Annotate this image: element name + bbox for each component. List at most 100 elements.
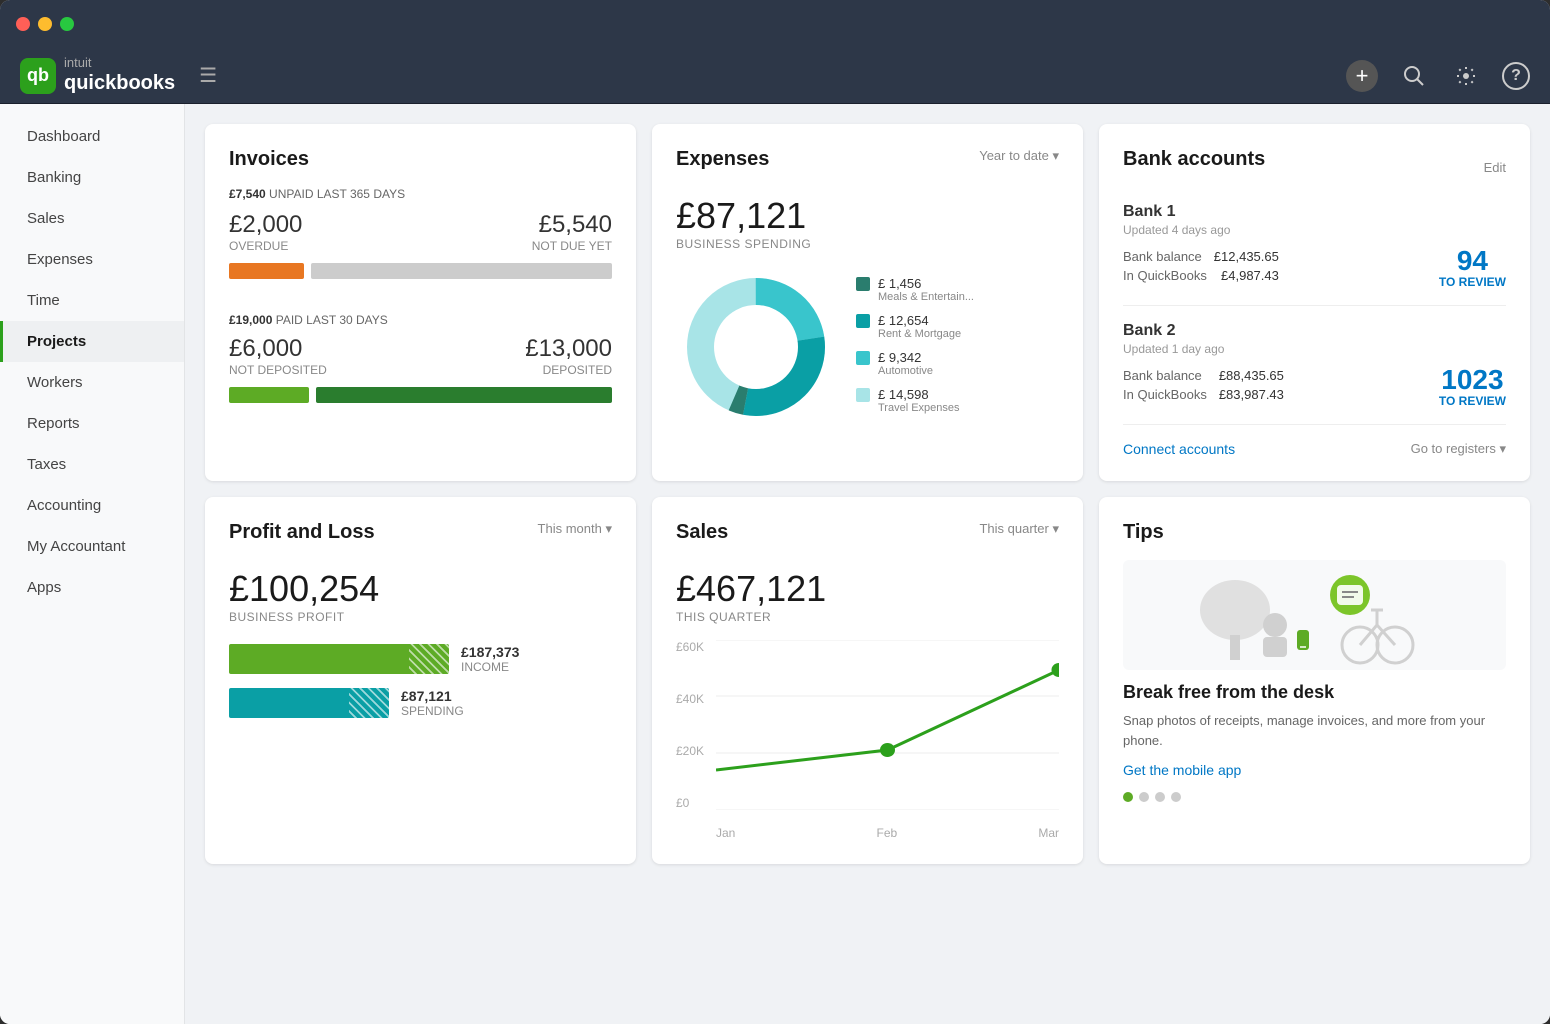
bank1-name: Bank 1 <box>1123 203 1506 221</box>
deposited-amount: £13,000 <box>525 335 612 363</box>
close-button[interactable] <box>16 17 30 31</box>
bank1-updated: Updated 4 days ago <box>1123 223 1506 237</box>
get-mobile-app-button[interactable]: Get the mobile app <box>1123 762 1506 778</box>
bank1-qb-row: In QuickBooks £4,987.43 <box>1123 268 1279 283</box>
legend-name-1: Rent & Mortgage <box>878 328 961 340</box>
chart-content <box>716 640 1059 810</box>
income-label: INCOME <box>461 660 519 674</box>
add-icon[interactable]: + <box>1346 60 1378 92</box>
paid-label: £19,000 PAID LAST 30 DAYS <box>229 313 612 327</box>
dashboard-grid: Invoices £7,540 UNPAID LAST 365 DAYS £2,… <box>205 124 1530 864</box>
legend-amount-3: £ 14,598 <box>878 387 960 402</box>
legend-color-0 <box>856 277 870 291</box>
sidebar-item-workers[interactable]: Workers <box>0 362 184 403</box>
sidebar-item-apps[interactable]: Apps <box>0 567 184 608</box>
sales-sublabel: THIS QUARTER <box>676 610 1059 624</box>
top-navigation: qb intuit quickbooks ☰ + ? <box>0 48 1550 104</box>
bank2-review-count: 1023 <box>1439 366 1506 394</box>
bank-edit-button[interactable]: Edit <box>1484 160 1506 175</box>
search-icon[interactable] <box>1398 60 1430 92</box>
go-to-registers-button[interactable]: Go to registers ▾ <box>1411 441 1506 457</box>
sales-period-selector[interactable]: This quarter ▾ <box>979 521 1059 537</box>
bank2-to-review-label: TO REVIEW <box>1439 394 1506 408</box>
sidebar-item-dashboard[interactable]: Dashboard <box>0 116 184 157</box>
tips-dot-2[interactable] <box>1155 792 1165 802</box>
bank1-review-count: 94 <box>1439 247 1506 275</box>
minimize-button[interactable] <box>38 17 52 31</box>
tips-illustration <box>1123 560 1506 670</box>
not-due-label: NOT DUE YET <box>532 239 612 253</box>
sidebar-item-sales[interactable]: Sales <box>0 198 184 239</box>
menu-toggle-button[interactable]: ☰ <box>199 63 217 88</box>
sidebar-item-my-accountant[interactable]: My Accountant <box>0 526 184 567</box>
bank2-review: 1023 TO REVIEW <box>1439 366 1506 408</box>
chart-xaxis: Jan Feb Mar <box>716 826 1059 840</box>
legend-name-2: Automotive <box>878 365 933 377</box>
sidebar-item-time[interactable]: Time <box>0 280 184 321</box>
sidebar-item-expenses[interactable]: Expenses <box>0 239 184 280</box>
spending-amount: £87,121 <box>401 688 464 704</box>
sidebar-item-projects[interactable]: Projects <box>0 321 184 362</box>
not-due-bar <box>311 263 612 279</box>
expenses-card: Expenses Year to date ▾ £87,121 BUSINESS… <box>652 124 1083 481</box>
sidebar-item-taxes[interactable]: Taxes <box>0 444 184 485</box>
profit-loss-period-selector[interactable]: This month ▾ <box>538 521 612 537</box>
nav-left: qb intuit quickbooks ☰ <box>20 56 217 95</box>
income-bar <box>229 644 449 674</box>
profit-loss-header: Profit and Loss This month ▾ <box>229 521 612 560</box>
tips-dot-3[interactable] <box>1171 792 1181 802</box>
settings-icon[interactable] <box>1450 60 1482 92</box>
legend-name-3: Travel Expenses <box>878 402 960 414</box>
legend-item-2: £ 9,342 Automotive <box>856 350 1059 377</box>
legend-amount-1: £ 12,654 <box>878 313 961 328</box>
sales-total: £467,121 <box>676 568 1059 610</box>
sidebar-item-banking[interactable]: Banking <box>0 157 184 198</box>
sidebar-item-accounting[interactable]: Accounting <box>0 485 184 526</box>
invoices-title: Invoices <box>229 148 612 171</box>
not-deposited-bar <box>229 387 309 403</box>
bank1-to-review-label: TO REVIEW <box>1439 275 1506 289</box>
tips-dot-1[interactable] <box>1139 792 1149 802</box>
invoices-card: Invoices £7,540 UNPAID LAST 365 DAYS £2,… <box>205 124 636 481</box>
connect-accounts-button[interactable]: Connect accounts <box>1123 441 1235 457</box>
overdue-bar <box>229 263 304 279</box>
sidebar-item-reports[interactable]: Reports <box>0 403 184 444</box>
not-deposited-label: NOT DEPOSITED <box>229 363 327 377</box>
deposited-row: £6,000 NOT DEPOSITED £13,000 DEPOSITED <box>229 335 612 377</box>
expenses-legend: £ 1,456 Meals & Entertain... £ 12,654 Re… <box>856 276 1059 424</box>
bank-accounts-title: Bank accounts <box>1123 148 1265 171</box>
bank-accounts-header: Bank accounts Edit <box>1123 148 1506 187</box>
expenses-sublabel: BUSINESS SPENDING <box>676 237 1059 251</box>
tips-title: Tips <box>1123 521 1506 544</box>
bank1-section: Bank 1 Updated 4 days ago Bank balance £… <box>1123 203 1506 306</box>
chart-ylabel-2: £20K <box>676 744 704 758</box>
sales-card: Sales This quarter ▾ £467,121 THIS QUART… <box>652 497 1083 864</box>
bank2-section: Bank 2 Updated 1 day ago Bank balance £8… <box>1123 322 1506 425</box>
spending-bar <box>229 688 389 718</box>
maximize-button[interactable] <box>60 17 74 31</box>
unpaid-amount: £7,540 <box>229 187 266 201</box>
overdue-bar-row <box>229 263 612 295</box>
profit-loss-title: Profit and Loss <box>229 521 375 544</box>
profit-loss-card: Profit and Loss This month ▾ £100,254 BU… <box>205 497 636 864</box>
income-amount: £187,373 <box>461 644 519 660</box>
tips-dot-0[interactable] <box>1123 792 1133 802</box>
sales-chart: £60K £40K £20K £0 <box>676 640 1059 840</box>
chart-yaxis: £60K £40K £20K £0 <box>676 640 704 810</box>
expenses-period-selector[interactable]: Year to date ▾ <box>979 148 1059 164</box>
income-bar-row: £187,373 INCOME <box>229 644 612 674</box>
legend-color-2 <box>856 351 870 365</box>
chart-ylabel-1: £40K <box>676 692 704 706</box>
app-body: Dashboard Banking Sales Expenses Time Pr… <box>0 104 1550 1024</box>
spending-bar-row: £87,121 SPENDING <box>229 688 612 718</box>
chart-ylabel-3: £0 <box>676 796 704 810</box>
deposited-label: DEPOSITED <box>525 363 612 377</box>
spending-label: SPENDING <box>401 704 464 718</box>
legend-color-3 <box>856 388 870 402</box>
help-icon[interactable]: ? <box>1502 62 1530 90</box>
overdue-amount: £2,000 <box>229 211 302 239</box>
chart-ylabel-0: £60K <box>676 640 704 654</box>
chart-xlabel-2: Mar <box>1038 826 1059 840</box>
expenses-title: Expenses <box>676 148 769 171</box>
expenses-donut-chart <box>676 267 836 432</box>
